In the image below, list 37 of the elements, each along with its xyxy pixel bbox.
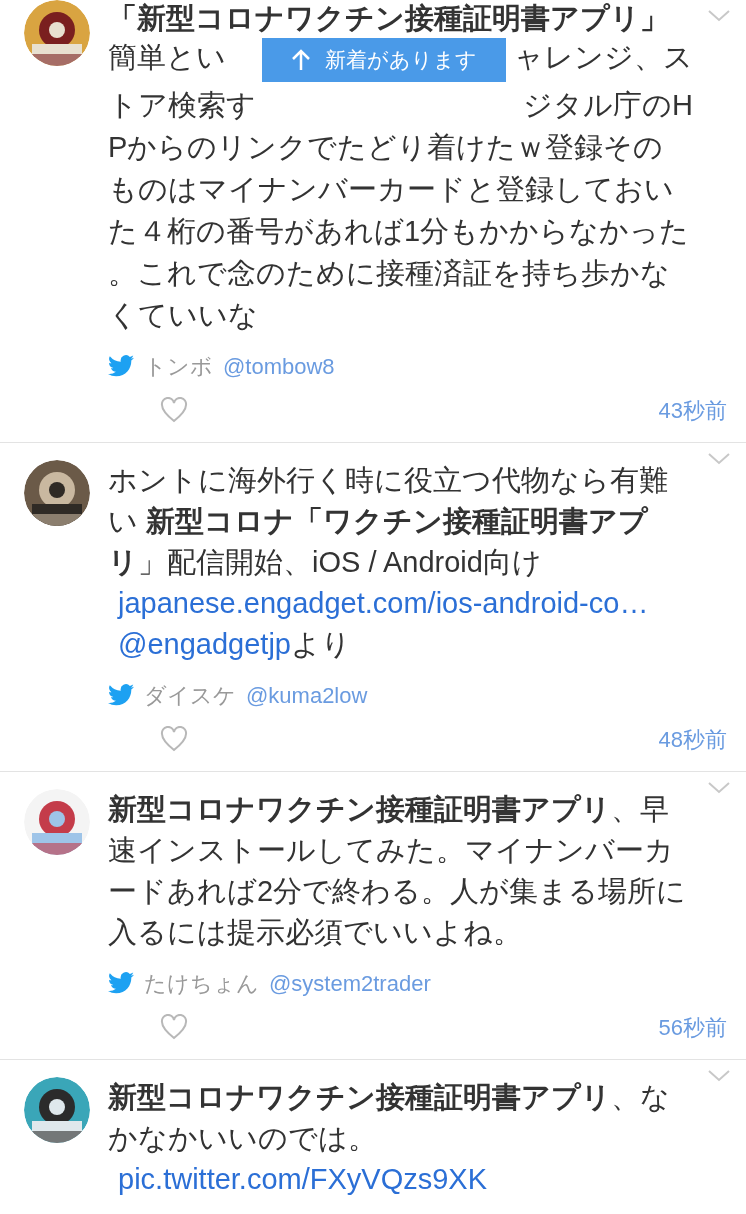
- tweet-link[interactable]: japanese.engadget.com/ios-android-co…: [118, 587, 649, 619]
- timestamp: 43秒前: [658, 396, 727, 425]
- arrow-up-icon: [291, 48, 311, 72]
- tweet-text: ジタル庁のH: [523, 88, 693, 123]
- bird-icon: [108, 355, 134, 377]
- chevron-down-icon[interactable]: [708, 453, 730, 465]
- bird-icon: [108, 684, 134, 706]
- tweet-heading: 「新型コロナワクチン接種証明書アプリ」: [108, 1, 670, 36]
- tweet-text: 簡単とい: [108, 40, 226, 75]
- user-handle[interactable]: @tombow8: [223, 349, 335, 383]
- tweet-text: ものはマイナンバーカードと登録しておい: [108, 172, 675, 207]
- user-name: ダイスケ: [144, 681, 236, 710]
- timestamp: 56秒前: [658, 1013, 727, 1042]
- tweet-text: 新型コロナワクチン接種証明書アプリ、早速インストールしてみた。マイナンバーカードあれば2分で終わる。人が集まる場所に入るには提示必須でいいよね。: [108, 792, 688, 950]
- tweet-text: Pからのリンクでたどり着けたｗ登録その: [108, 130, 665, 165]
- user-name: たけちょん: [144, 969, 259, 998]
- user-handle[interactable]: @system2trader: [269, 966, 431, 1000]
- new-tweets-button[interactable]: 新着があります: [262, 38, 506, 82]
- bird-icon: [108, 972, 134, 994]
- tweet-text: トア検索す: [108, 88, 256, 123]
- like-heart-icon[interactable]: [160, 1014, 188, 1040]
- tweet-link[interactable]: pic.twitter.com/FXyVQzs9XK: [118, 1163, 488, 1195]
- tweet-link[interactable]: @engadgetjp: [118, 628, 291, 660]
- tweet-text: くていいな: [108, 298, 259, 333]
- chevron-down-icon[interactable]: [708, 10, 730, 22]
- timestamp: 48秒前: [658, 725, 727, 754]
- tweet-text: 。これで念のために接種済証を持ち歩かな: [108, 256, 671, 291]
- user-name: トンボ: [144, 352, 213, 381]
- tweet-text: た４桁の番号があれば1分もかからなかった: [108, 214, 691, 249]
- chevron-down-icon[interactable]: [708, 782, 730, 794]
- tweet-text: 新型コロナワクチン接種証明書アプリ、なかなかいいのでは。 pic.twitter.com/FXyVQzs9XK: [108, 1080, 671, 1197]
- user-handle[interactable]: @kuma2low: [246, 678, 368, 712]
- tweet-text: ホントに海外行く時に役立つ代物なら有難い 新型コロナ「ワクチン接種証明書アプリ」配信開始、iOS / Android向け japanese.engadget.com/ios-android-co… @engadgetjpより: [108, 463, 669, 662]
- like-heart-icon[interactable]: [160, 397, 188, 423]
- tweet-text: ャレンジ、ス: [514, 40, 693, 75]
- chevron-down-icon[interactable]: [708, 1070, 730, 1082]
- like-heart-icon[interactable]: [160, 726, 188, 752]
